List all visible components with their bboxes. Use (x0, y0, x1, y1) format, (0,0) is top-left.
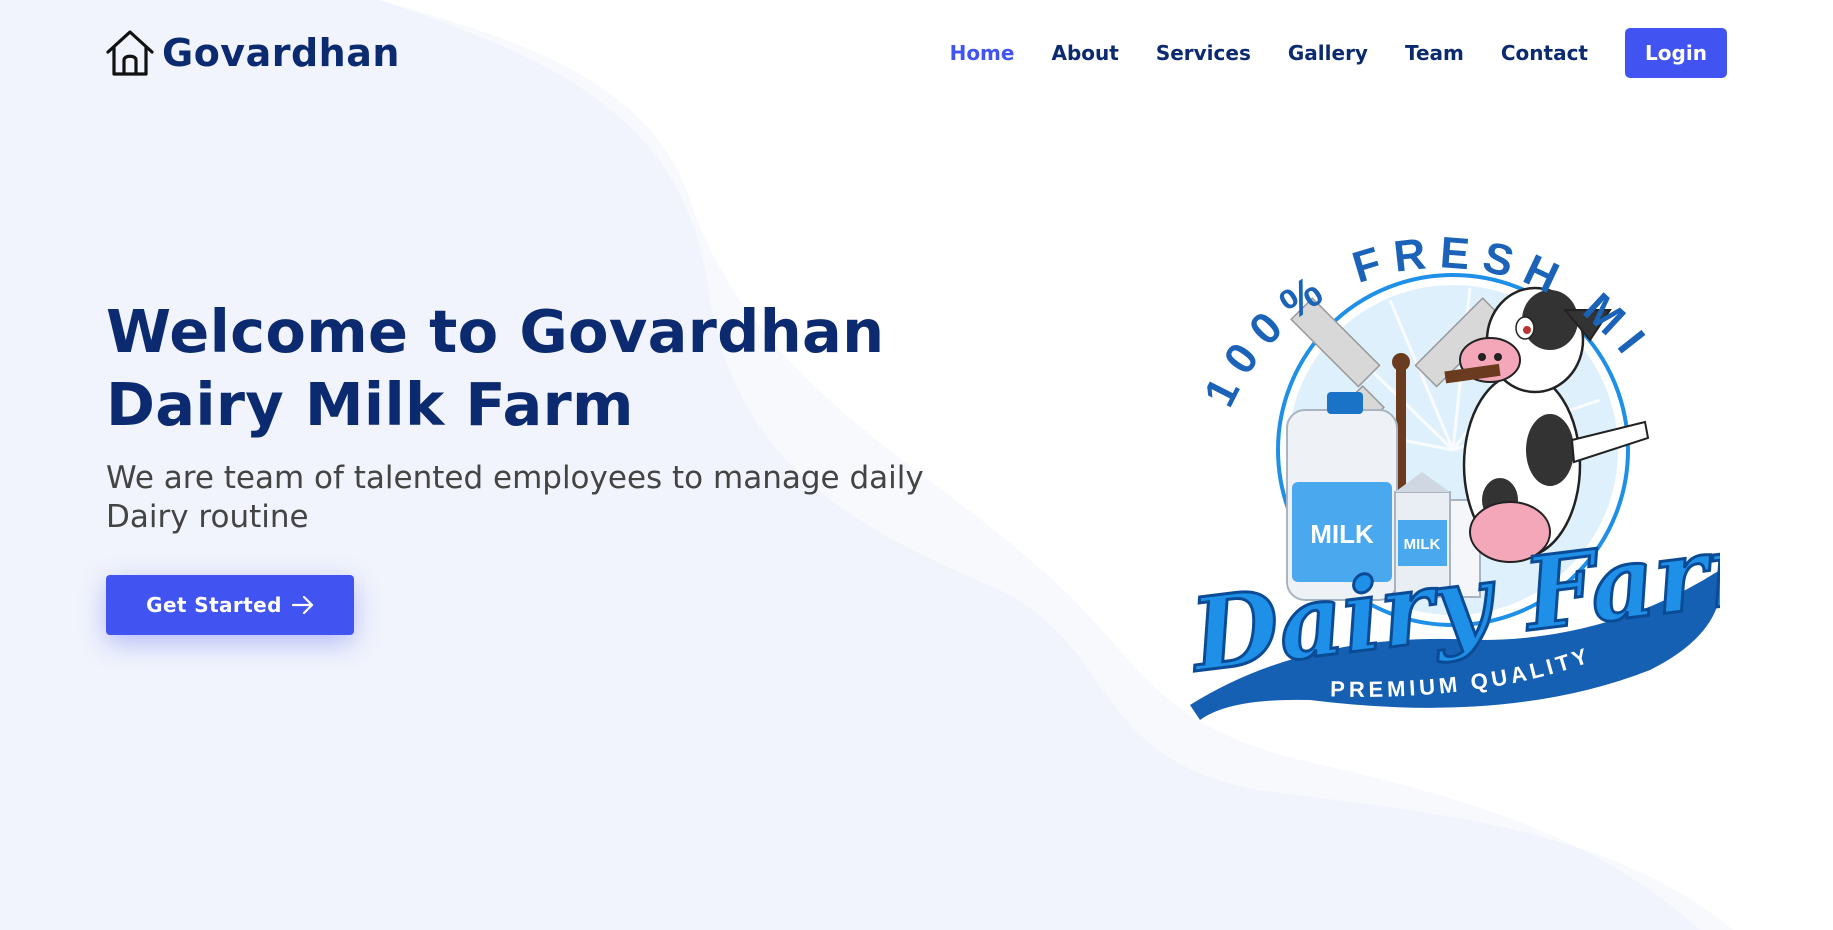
nav-item-about[interactable]: About (1051, 41, 1118, 65)
main-nav: Home About Services Gallery Team Contact… (913, 28, 1727, 78)
get-started-button[interactable]: Get Started (106, 575, 354, 635)
house-icon (106, 30, 154, 76)
hero-title-line-1: Welcome to Govardhan (106, 297, 885, 366)
login-button[interactable]: Login (1625, 28, 1727, 78)
jug-milk-label: MILK (1310, 519, 1374, 549)
brand-name: Govardhan (162, 31, 400, 75)
brand-logo[interactable]: Govardhan (104, 28, 400, 78)
hero-title: Welcome to Govardhan Dairy Milk Farm (106, 295, 926, 441)
hero-title-line-2: Dairy Milk Farm (106, 370, 634, 439)
nav-item-services[interactable]: Services (1156, 41, 1251, 65)
dairy-farm-illustration: MILK MILK 100% FRESH MILK PREMIUM QUALIT… (1170, 200, 1720, 720)
nav-item-home[interactable]: Home (950, 41, 1015, 65)
hero-section: Welcome to Govardhan Dairy Milk Farm We … (106, 295, 926, 537)
nav-item-team[interactable]: Team (1405, 41, 1464, 65)
arrow-right-icon (291, 596, 313, 614)
site-header: Govardhan Home About Services Gallery Te… (0, 0, 1833, 105)
nav-item-contact[interactable]: Contact (1501, 41, 1588, 65)
nav-item-gallery[interactable]: Gallery (1288, 41, 1368, 65)
hero-subtitle: We are team of talented employees to man… (106, 460, 924, 535)
get-started-label: Get Started (146, 593, 282, 617)
